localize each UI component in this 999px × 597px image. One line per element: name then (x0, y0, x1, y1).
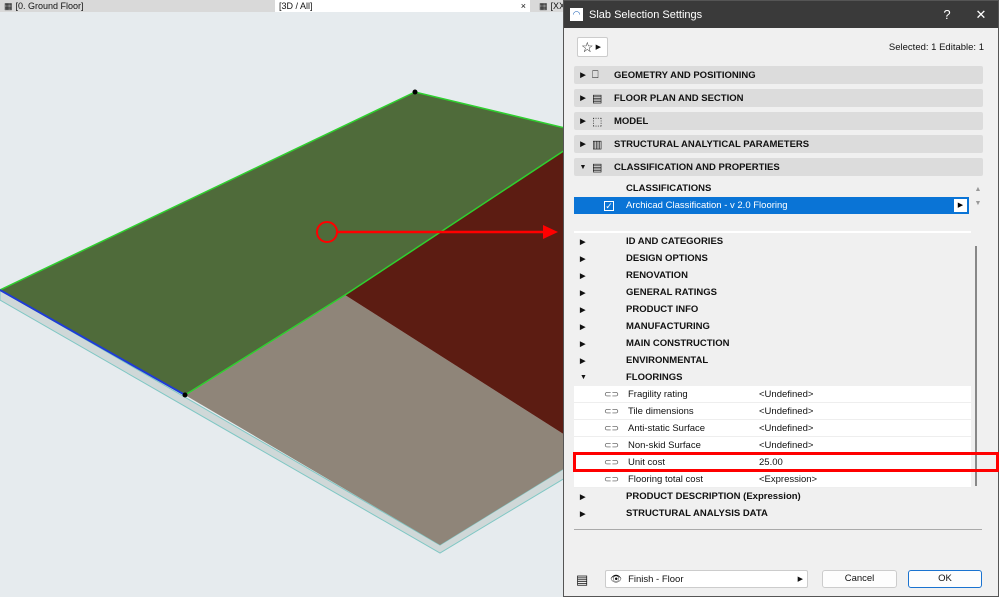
properties-icon: ▤ (592, 161, 603, 174)
favorites-button[interactable]: ☆ ▶ (577, 37, 608, 57)
dialog-title: Slab Selection Settings (589, 8, 703, 21)
property-group[interactable]: ▶ MAIN CONSTRUCTION (574, 335, 971, 352)
close-icon[interactable]: × (521, 1, 526, 11)
archicad-logo-icon: ◠ (570, 8, 583, 21)
properties-list: ▶ ID AND CATEGORIES ▶ DESIGN OPTIONS ▶ RENOVA… (574, 231, 971, 522)
expand-arrow-icon: ▶ (580, 238, 586, 246)
expand-arrow-icon: ▶ (580, 118, 586, 125)
highlight-box (573, 452, 999, 472)
classifications-header: CLASSIFICATIONS (626, 183, 712, 194)
section-geometry[interactable]: ▶ ⎕ GEOMETRY AND POSITIONING (574, 66, 983, 84)
expand-arrow-icon: ▶ (580, 306, 586, 314)
structural-icon: ▥ (592, 138, 603, 151)
cancel-button[interactable]: Cancel (822, 570, 897, 588)
expand-arrow-icon: ▶ (580, 255, 586, 263)
link-icon: ⊂⊃ (604, 473, 620, 484)
expand-arrow-icon: ▶ (580, 141, 586, 148)
property-group[interactable]: ▶ DESIGN OPTIONS (574, 250, 971, 267)
help-button[interactable]: ? (930, 7, 964, 22)
expand-arrow-icon: ▶ (580, 72, 586, 79)
expand-arrow-icon: ▶ (580, 95, 586, 102)
property-row[interactable]: ⊂⊃ Flooring total cost <Expression> (574, 471, 971, 488)
selection-info: Selected: 1 Editable: 1 (888, 42, 984, 53)
ok-button[interactable]: OK (908, 570, 982, 588)
view-tabs: ▦ [0. Ground Floor] [3D / All] × ▦ [XX (0, 0, 565, 12)
3d-viewport[interactable] (0, 12, 565, 597)
floor-plan-icon: ▦ (4, 0, 13, 11)
property-group[interactable]: ▶ PRODUCT DESCRIPTION (Expression) (574, 488, 971, 505)
slab-selection-settings-dialog: ◠ Slab Selection Settings ? ✕ ☆ ▶ Selecte… (563, 0, 999, 597)
geometry-icon: ⎕ (592, 68, 599, 81)
footer: ▤ 👁 Finish - Floor ▶ Cancel OK (574, 570, 986, 590)
arrow-right-icon: ▶ (797, 576, 803, 583)
property-row[interactable]: ⊂⊃ Tile dimensions <Undefined> (574, 403, 971, 420)
property-value[interactable]: <Undefined> (759, 440, 813, 451)
tab-3d-all[interactable]: [3D / All] × (275, 0, 530, 12)
vertex-handle[interactable] (182, 392, 188, 398)
model-icon: ⬚ (592, 115, 603, 128)
property-value[interactable]: <Undefined> (759, 389, 813, 400)
property-group[interactable]: ▶ ENVIRONMENTAL (574, 352, 971, 369)
arrow-right-icon[interactable]: ▶ (954, 199, 967, 212)
properties-scrollbar[interactable] (975, 246, 977, 486)
expand-arrow-icon: ▶ (580, 510, 586, 518)
layer-selector[interactable]: 👁 Finish - Floor ▶ (605, 570, 808, 588)
eye-icon: 👁 (610, 573, 623, 585)
property-group[interactable]: ▶ STRUCTURAL ANALYSIS DATA (574, 505, 971, 522)
property-group[interactable]: ▶ GENERAL RATINGS (574, 284, 971, 301)
checkbox[interactable]: ✓ (604, 200, 614, 211)
close-button[interactable]: ✕ (964, 7, 998, 23)
link-icon: ⊂⊃ (604, 439, 620, 450)
expand-arrow-icon: ▶ (580, 357, 586, 365)
property-group[interactable]: ▶ MANUFACTURING (574, 318, 971, 335)
link-icon: ⊂⊃ (604, 422, 620, 433)
property-group[interactable]: ▶ ID AND CATEGORIES (574, 233, 971, 250)
section-classification[interactable]: ▼ ▤ CLASSIFICATION AND PROPERTIES (574, 158, 983, 176)
star-icon: ☆ (581, 38, 594, 55)
classification-row[interactable]: ✓ Archicad Classification - v 2.0 Floori… (574, 197, 969, 214)
link-icon: ⊂⊃ (604, 388, 620, 399)
property-value[interactable]: <Undefined> (759, 423, 813, 434)
section-structural[interactable]: ▶ ▥ STRUCTURAL ANALYTICAL PARAMETERS (574, 135, 983, 153)
title-bar: ◠ Slab Selection Settings ? ✕ (564, 1, 998, 28)
arrow-right-icon: ▶ (595, 44, 601, 51)
expand-arrow-icon: ▶ (580, 340, 586, 348)
collapse-arrow-icon: ▼ (579, 163, 587, 171)
property-group[interactable]: ▶ RENOVATION (574, 267, 971, 284)
property-row[interactable]: ⊂⊃ Fragility rating <Undefined> (574, 386, 971, 403)
expand-arrow-icon: ▶ (580, 493, 586, 501)
property-row[interactable]: ⊂⊃ Anti-static Surface <Undefined> (574, 420, 971, 437)
property-value[interactable]: <Undefined> (759, 406, 813, 417)
classification-scrollbar[interactable]: ▲ ▼ (973, 183, 983, 211)
tab-ground-floor[interactable]: ▦ [0. Ground Floor] (0, 0, 88, 12)
expand-arrow-icon: ▶ (580, 272, 586, 280)
section-model[interactable]: ▶ ⬚ MODEL (574, 112, 983, 130)
property-group[interactable]: ▼ FLOORINGS (574, 369, 971, 386)
property-value[interactable]: <Expression> (759, 474, 817, 485)
floor-plan-icon: ▤ (592, 92, 603, 105)
vertex-handle[interactable] (412, 89, 418, 95)
grid-icon: ▦ (539, 0, 548, 11)
link-icon: ⊂⊃ (604, 405, 620, 416)
collapse-arrow-icon: ▼ (580, 374, 587, 381)
section-floor-plan[interactable]: ▶ ▤ FLOOR PLAN AND SECTION (574, 89, 983, 107)
divider (574, 529, 982, 530)
expand-arrow-icon: ▶ (580, 289, 586, 297)
expand-arrow-icon: ▶ (580, 323, 586, 331)
property-group[interactable]: ▶ PRODUCT INFO (574, 301, 971, 318)
layers-icon: ▤ (576, 572, 589, 587)
